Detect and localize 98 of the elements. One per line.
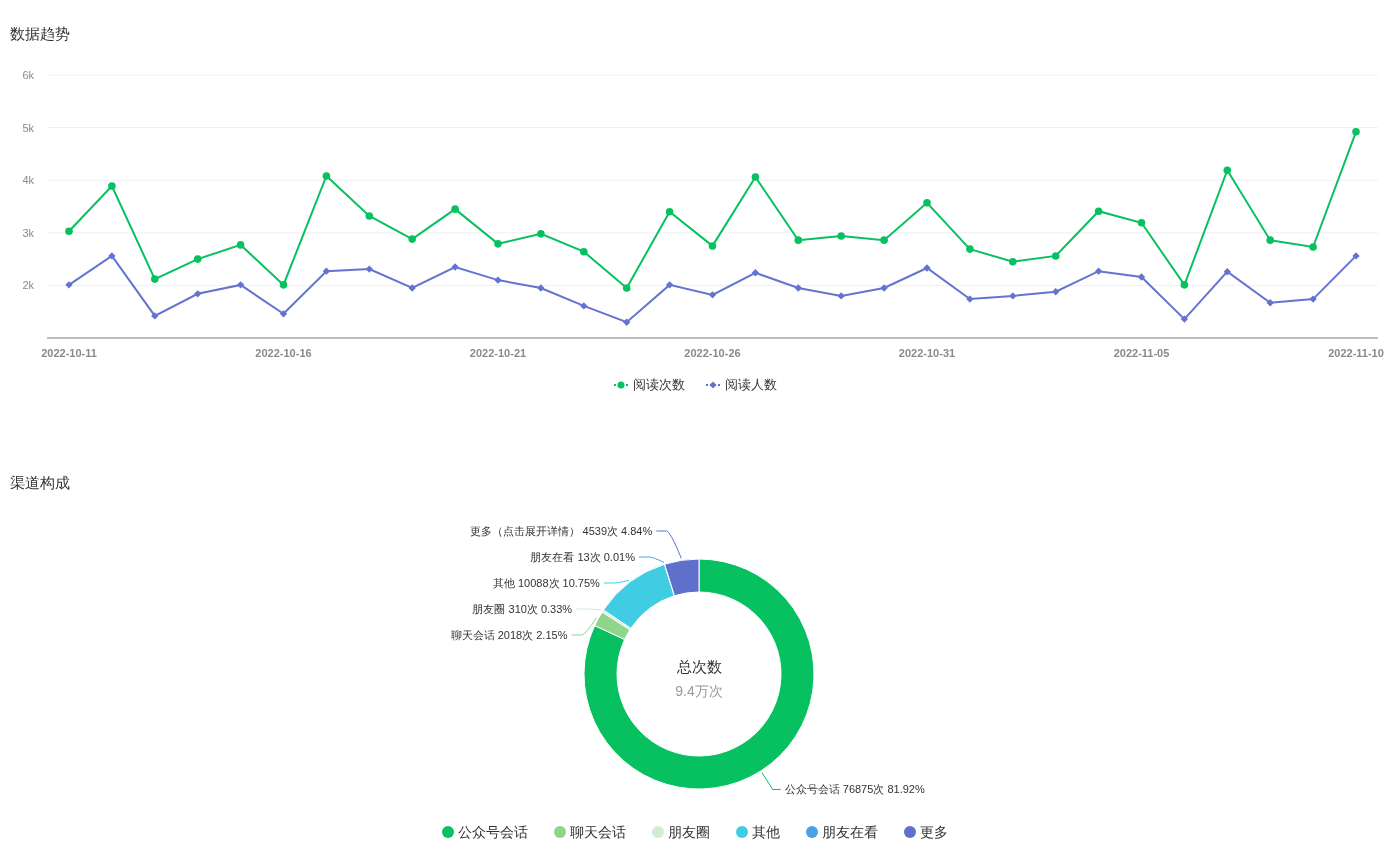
data-point: [151, 275, 159, 283]
y-axis-label: 2k: [22, 279, 34, 292]
data-point: [279, 281, 288, 289]
data-point: [1266, 236, 1274, 244]
data-point: [794, 236, 803, 244]
leader-line: [761, 772, 782, 790]
data-point: [194, 290, 202, 298]
data-point: [665, 281, 674, 289]
data-point: [279, 310, 288, 318]
legend-label[interactable]: 聊天会话: [570, 823, 626, 841]
slice-label: 朋友圈 310次 0.33%: [472, 603, 573, 615]
data-point: [108, 252, 116, 260]
data-point: [408, 284, 416, 292]
data-point: [1052, 288, 1060, 296]
data-point: [966, 245, 974, 253]
data-point: [923, 199, 931, 207]
data-point: [537, 230, 545, 238]
y-axis-label: 6k: [22, 69, 34, 81]
data-point: [1180, 281, 1189, 289]
x-axis-label: 2022-10-21: [469, 347, 527, 359]
data-point: [65, 281, 73, 289]
data-point: [365, 212, 374, 220]
data-point: [580, 247, 588, 256]
data-point: [1094, 267, 1103, 275]
x-axis-label: 2022-10-26: [684, 347, 741, 359]
data-point: [494, 240, 502, 248]
data-point: [537, 284, 545, 292]
center-value: 9.4万次: [675, 683, 723, 699]
leader-line: [570, 617, 597, 636]
data-point: [794, 284, 802, 292]
slice-label: 其他 10088次 10.75%: [492, 577, 600, 589]
y-axis-label: 3k: [22, 226, 34, 239]
legend-label[interactable]: 更多: [920, 823, 948, 841]
center-title: 总次数: [676, 658, 722, 675]
legend-label[interactable]: 朋友圈: [668, 823, 710, 841]
slice-label: 聊天会话 2018次 2.15%: [450, 629, 568, 641]
data-point: [1352, 252, 1360, 260]
x-axis-label: 2022-11-05: [1113, 347, 1170, 359]
x-axis-label: 2022-10-16: [255, 347, 312, 359]
data-point: [665, 207, 674, 216]
slice-label: 朋友在看 13次 0.01%: [530, 551, 635, 563]
y-axis-label: 4k: [22, 174, 34, 187]
data-point: [1266, 299, 1274, 307]
data-point: [1309, 243, 1317, 251]
data-point: [451, 263, 459, 271]
legend-label[interactable]: 阅读次数: [633, 376, 685, 394]
data-point: [880, 284, 888, 292]
section-title: 数据趋势: [9, 24, 71, 44]
x-axis-label: 2022-10-11: [41, 347, 97, 359]
data-point: [451, 205, 459, 213]
data-point: [322, 172, 331, 180]
data-point: [236, 281, 245, 289]
data-point: [1009, 257, 1017, 266]
leader-line: [603, 579, 630, 584]
data-point: [837, 232, 845, 240]
data-point: [1137, 219, 1146, 227]
data-point: [923, 264, 931, 272]
slice-label: 公众号会话 76875次 81.92%: [784, 783, 925, 796]
y-axis-label: 5k: [22, 121, 34, 134]
data-point: [1309, 295, 1317, 303]
data-point: [751, 269, 760, 277]
data-point: [65, 227, 73, 235]
data-point: [623, 318, 631, 326]
data-point: [494, 276, 502, 284]
legend-label[interactable]: 阅读人数: [725, 376, 777, 394]
data-point: [966, 295, 974, 303]
data-point: [1223, 268, 1231, 276]
data-point: [880, 236, 888, 244]
data-point: [708, 291, 717, 299]
data-point: [236, 241, 245, 249]
slice-label: 更多（点击展开详情） 4539次 4.84%: [469, 525, 653, 537]
data-point: [1051, 252, 1060, 260]
line-diamond-icon: [705, 380, 721, 390]
x-axis-label: 2022-11-10: [1328, 347, 1384, 359]
data-point: [1137, 273, 1146, 281]
data-point: [622, 284, 631, 292]
line-dot-icon: [613, 380, 629, 390]
data-point: [322, 267, 331, 275]
legend-label[interactable]: 朋友在看: [822, 823, 878, 841]
data-point: [108, 182, 116, 190]
data-point: [1223, 166, 1232, 174]
legend-label[interactable]: 公众号会话: [458, 823, 528, 841]
leader-line: [575, 608, 602, 611]
data-point: [151, 312, 159, 320]
data-point: [193, 255, 202, 263]
data-point: [408, 235, 416, 243]
data-point: [708, 242, 717, 250]
data-point: [1352, 128, 1360, 136]
data-point: [580, 302, 588, 310]
data-point: [365, 265, 373, 273]
data-point: [1009, 292, 1017, 300]
data-point: [1094, 207, 1103, 216]
data-point: [837, 292, 845, 300]
legend-label[interactable]: 其他: [752, 823, 780, 841]
data-point: [1180, 315, 1189, 323]
x-axis-label: 2022-10-31: [898, 347, 956, 359]
data-point: [751, 173, 760, 181]
section-title: 渠道构成: [9, 473, 71, 493]
